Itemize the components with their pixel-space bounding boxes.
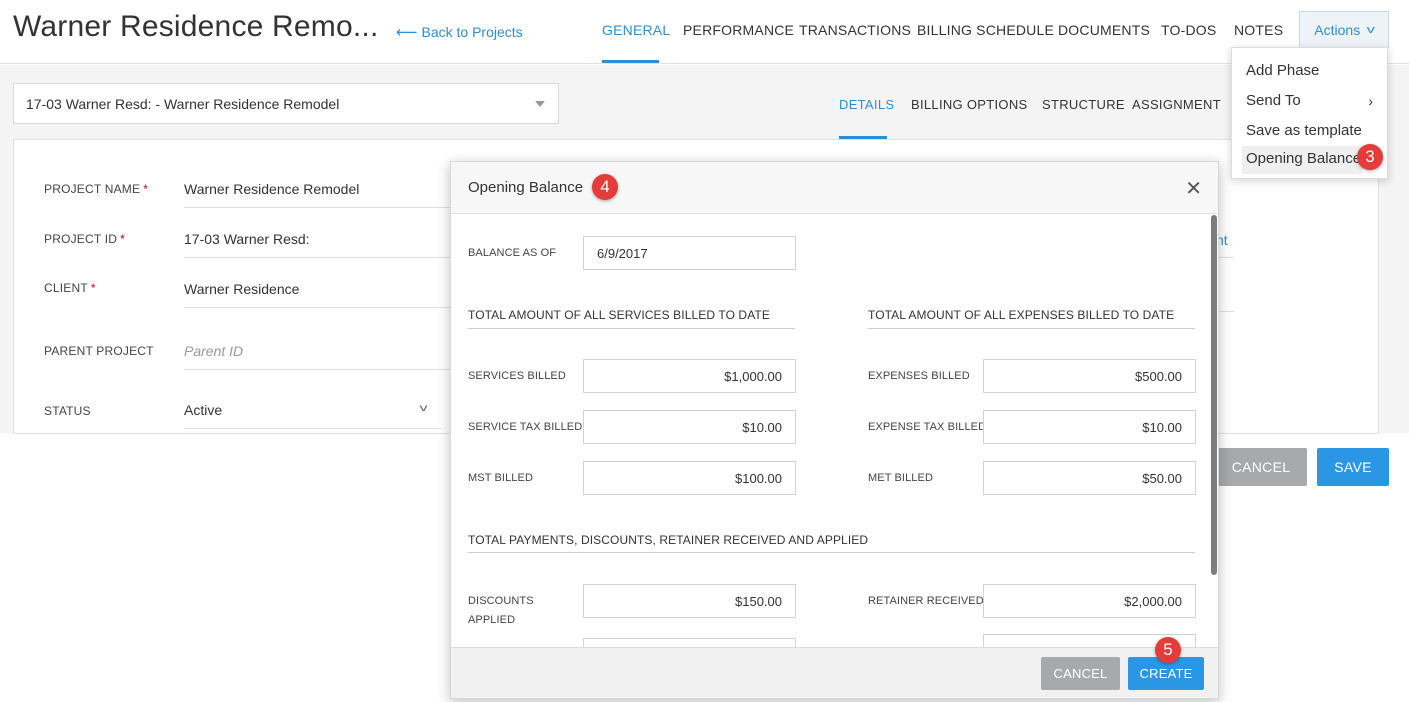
services-billed-input[interactable]: $1,000.00 [583, 359, 796, 393]
project-name-field[interactable]: Warner Residence Remodel [184, 181, 359, 197]
step-badge: 3 [1357, 144, 1383, 170]
expenses-billed-input[interactable]: $500.00 [983, 359, 1196, 393]
save-button[interactable]: SAVE [1317, 448, 1389, 486]
chevron-down-icon: v [419, 403, 428, 414]
mst-billed-label: MST BILLED [468, 472, 533, 484]
service-tax-billed-label: SERVICE TAX BILLED [468, 421, 583, 433]
menu-item-send-to[interactable]: Send To [1246, 92, 1301, 109]
tab-to-dos[interactable]: TO-DOS [1161, 22, 1216, 38]
met-billed-label: MET BILLED [868, 472, 933, 484]
modal-footer: CANCEL CREATE [451, 647, 1218, 698]
chevron-down-icon: v [1366, 23, 1376, 36]
step-badge: 5 [1155, 637, 1181, 663]
services-section-title: TOTAL AMOUNT OF ALL SERVICES BILLED TO D… [468, 308, 770, 322]
expense-tax-billed-label: EXPENSE TAX BILLED [868, 421, 987, 433]
divider [184, 257, 450, 258]
expenses-billed-label: EXPENSES BILLED [868, 370, 970, 382]
menu-item-add-phase[interactable]: Add Phase [1246, 62, 1319, 79]
client-label: CLIENT * [44, 281, 96, 295]
project-id-label: PROJECT ID * [44, 232, 125, 246]
menu-item-save-as-template[interactable]: Save as template [1246, 122, 1362, 139]
parent-project-input[interactable]: Parent ID [184, 343, 243, 359]
back-to-projects-link[interactable]: ⟵ Back to Projects [396, 23, 523, 41]
menu-item-opening-balance[interactable]: Opening Balance [1242, 146, 1362, 174]
active-tab-indicator [602, 60, 659, 63]
divider [868, 328, 1195, 329]
tab-billing-schedule[interactable]: BILLING SCHEDULE [917, 22, 1054, 38]
divider [468, 328, 795, 329]
modal-scrollbar[interactable] [1211, 215, 1217, 575]
step-badge: 4 [592, 174, 618, 200]
retainer-received-input[interactable]: $2,000.00 [983, 584, 1196, 618]
payments-section-title: TOTAL PAYMENTS, DISCOUNTS, RETAINER RECE… [468, 533, 869, 547]
status-select[interactable]: Active [184, 402, 222, 418]
partial-input[interactable] [583, 638, 796, 647]
met-billed-input[interactable]: $50.00 [983, 461, 1196, 495]
modal-cancel-button[interactable]: CANCEL [1041, 657, 1120, 690]
divider [184, 369, 450, 370]
actions-button[interactable]: Actions v [1299, 11, 1389, 48]
balance-as-of-input[interactable]: 6/9/2017 [583, 236, 796, 270]
page-title: Warner Residence Remo... [13, 10, 379, 43]
services-billed-label: SERVICES BILLED [468, 370, 566, 382]
client-field[interactable]: Warner Residence [184, 281, 299, 297]
subtab-details[interactable]: DETAILS [839, 97, 894, 112]
tab-transactions[interactable]: TRANSACTIONS [799, 22, 911, 38]
divider [184, 207, 450, 208]
project-selector[interactable]: 17-03 Warner Resd: - Warner Residence Re… [13, 83, 559, 124]
divider [184, 428, 441, 429]
balance-as-of-label: BALANCE AS OF [468, 247, 557, 259]
project-name-label: PROJECT NAME * [44, 182, 149, 196]
tab-notes[interactable]: NOTES [1234, 22, 1283, 38]
cancel-button[interactable]: CANCEL [1215, 448, 1307, 486]
close-icon[interactable]: ✕ [1185, 176, 1202, 201]
modal-title: Opening Balance [468, 179, 584, 196]
service-tax-billed-input[interactable]: $10.00 [583, 410, 796, 444]
tab-documents[interactable]: DOCUMENTS [1058, 22, 1150, 38]
mst-billed-input[interactable]: $100.00 [583, 461, 796, 495]
discounts-applied-label: DISCOUNTS APPLIED [468, 595, 534, 626]
subtab-structure[interactable]: STRUCTURE [1042, 97, 1125, 112]
divider [184, 307, 450, 308]
tab-performance[interactable]: PERFORMANCE [683, 22, 794, 38]
status-label: STATUS [44, 404, 91, 418]
modal-header: Opening Balance ✕ [451, 162, 1218, 214]
actions-label: Actions [1314, 21, 1361, 38]
discounts-applied-input[interactable]: $150.00 [583, 584, 796, 618]
arrow-left-icon: ⟵ [396, 24, 418, 41]
subtab-assignment[interactable]: ASSIGNMENT [1132, 97, 1221, 112]
project-selector-value: 17-03 Warner Resd: - Warner Residence Re… [26, 96, 340, 112]
caret-down-icon [535, 101, 545, 107]
tab-general[interactable]: GENERAL [602, 22, 670, 38]
opening-balance-modal: Opening Balance ✕ BALANCE AS OF 6/9/2017… [450, 161, 1219, 699]
modal-body: BALANCE AS OF 6/9/2017 TOTAL AMOUNT OF A… [451, 215, 1218, 647]
chevron-right-icon: › [1368, 93, 1373, 109]
expenses-section-title: TOTAL AMOUNT OF ALL EXPENSES BILLED TO D… [868, 308, 1175, 322]
project-id-field[interactable]: 17-03 Warner Resd: [184, 231, 310, 247]
divider [468, 552, 1195, 553]
subtab-billing-options[interactable]: BILLING OPTIONS [911, 97, 1027, 112]
retainer-received-label: RETAINER RECEIVED [868, 595, 984, 607]
back-to-projects-label: Back to Projects [421, 24, 523, 40]
top-header: Warner Residence Remo... ⟵ Back to Projec… [0, 0, 1409, 64]
parent-project-label: PARENT PROJECT [44, 344, 154, 358]
expense-tax-billed-input[interactable]: $10.00 [983, 410, 1196, 444]
